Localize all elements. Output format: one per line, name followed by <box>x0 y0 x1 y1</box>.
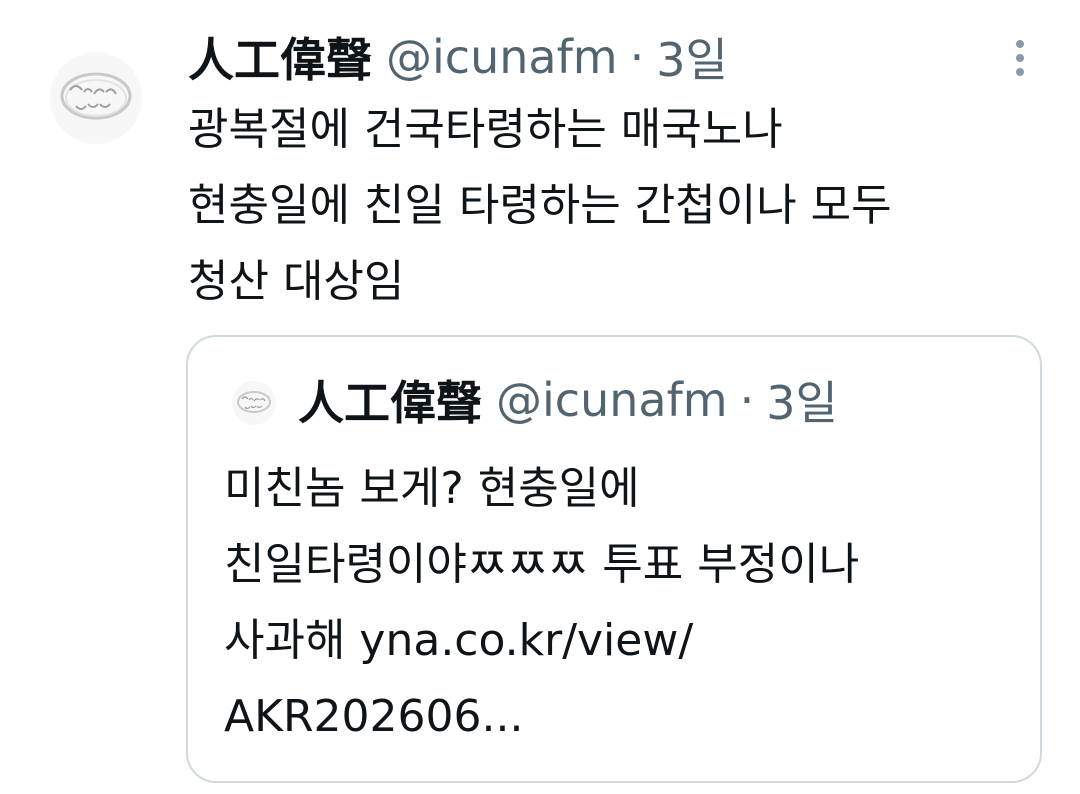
separator-dot: · <box>739 373 755 427</box>
quoted-text-line: 친일타령이야ㅉㅉㅉ 투표 부정이나 <box>224 539 860 590</box>
quoted-tweet-text: 미친놈 보게? 현충일에 친일타령이야ㅉㅉㅉ 투표 부정이나 사과해 yna.c… <box>224 451 1024 755</box>
quoted-text-line: 사과해 yna.co.kr/view/ <box>224 615 694 666</box>
quoted-tweet-header: 人工偉聲 @icunafm · 3일 <box>298 369 838 431</box>
tweet-text-line: 광복절에 건국타령하는 매국노나 <box>188 104 783 155</box>
separator-dot: · <box>629 30 645 84</box>
more-dot <box>1016 68 1024 76</box>
timestamp[interactable]: 3일 <box>656 24 728 90</box>
display-name[interactable]: 人工偉聲 <box>188 24 372 90</box>
tweet-text: 광복절에 건국타령하는 매국노나 현충일에 친일 타령하는 간첩이나 모두 청산… <box>188 92 1058 320</box>
quoted-avatar <box>232 381 276 425</box>
ring-avatar-icon <box>232 381 276 425</box>
quoted-text-line: 미친놈 보게? 현충일에 <box>224 463 640 514</box>
tweet-text-line: 청산 대상임 <box>188 256 405 307</box>
avatar[interactable] <box>50 52 142 144</box>
more-options-icon[interactable] <box>996 34 1044 82</box>
more-dot <box>1016 40 1024 48</box>
user-handle[interactable]: @icunafm <box>386 30 618 84</box>
quoted-tweet-card[interactable]: 人工偉聲 @icunafm · 3일 미친놈 보게? 현충일에 친일타령이야ㅉㅉ… <box>186 335 1042 783</box>
more-dot <box>1016 54 1024 62</box>
tweet-header: 人工偉聲 @icunafm · 3일 <box>188 26 728 88</box>
tweet-text-line: 현충일에 친일 타령하는 간첩이나 모두 <box>188 180 892 231</box>
quoted-text-line: AKR202606... <box>224 691 524 742</box>
quoted-display-name: 人工偉聲 <box>298 376 482 430</box>
ring-avatar-icon <box>50 52 142 144</box>
quoted-user-handle: @icunafm <box>496 373 728 427</box>
quoted-timestamp: 3일 <box>766 376 838 430</box>
